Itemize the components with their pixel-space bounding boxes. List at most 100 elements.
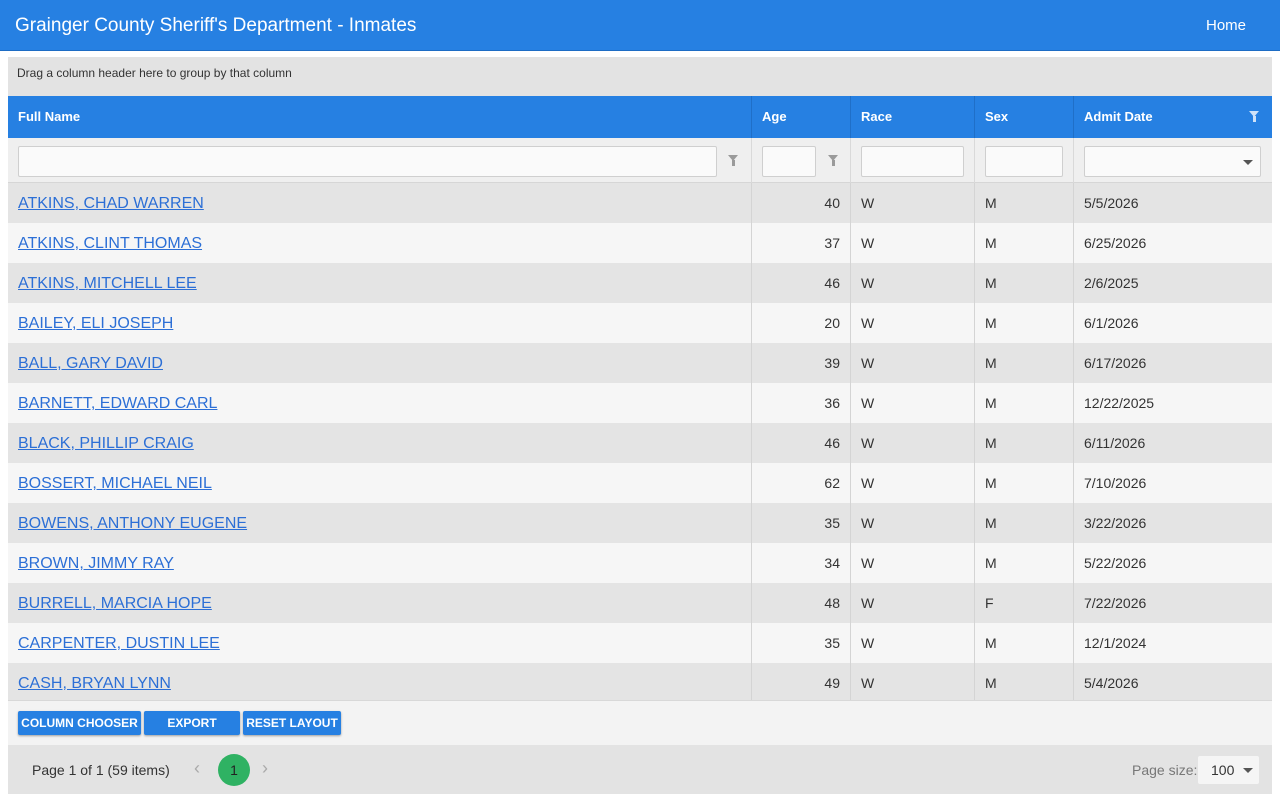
inmate-name-link[interactable]: BROWN, JIMMY RAY — [18, 555, 174, 572]
column-header-full-name[interactable]: Full Name — [8, 96, 752, 138]
table-row[interactable]: BURRELL, MARCIA HOPE 48 W F 7/22/2026 — [8, 583, 1272, 623]
admit-date-cell: 2/6/2025 — [1084, 275, 1139, 291]
funnel-icon[interactable] — [1249, 111, 1260, 122]
age-cell: 35 — [752, 623, 851, 663]
home-link[interactable]: Home — [1206, 17, 1246, 35]
sex-cell: M — [975, 383, 1074, 423]
full-name-cell: BOSSERT, MICHAEL NEIL — [8, 463, 752, 503]
funnel-icon[interactable] — [828, 155, 839, 166]
full-name-cell: ATKINS, CLINT THOMAS — [8, 223, 752, 263]
admit-date-cell: 7/10/2026 — [1084, 475, 1147, 491]
inmate-name-link[interactable]: BAILEY, ELI JOSEPH — [18, 315, 173, 332]
full-name-cell: BROWN, JIMMY RAY — [8, 543, 752, 583]
age-cell: 20 — [752, 303, 851, 343]
inmates-grid: Drag a column header here to group by th… — [8, 57, 1272, 794]
race-cell: W — [851, 503, 975, 543]
sex-cell: M — [975, 543, 1074, 583]
inmate-name-link[interactable]: BLACK, PHILLIP CRAIG — [18, 435, 194, 452]
inmate-name-link[interactable]: ATKINS, CHAD WARREN — [18, 195, 204, 212]
race-cell: W — [851, 623, 975, 663]
page-button-current[interactable]: 1 — [218, 754, 250, 786]
table-row[interactable]: BAILEY, ELI JOSEPH 20 W M 6/1/2026 — [8, 303, 1272, 343]
inmate-name-link[interactable]: ATKINS, MITCHELL LEE — [18, 275, 197, 292]
page-size-value: 100 — [1211, 762, 1235, 778]
inmate-name-link[interactable]: BARNETT, EDWARD CARL — [18, 395, 217, 412]
inmate-name-link[interactable]: BOWENS, ANTHONY EUGENE — [18, 515, 247, 532]
column-header-race[interactable]: Race — [851, 96, 975, 138]
group-panel-hint: Drag a column header here to group by th… — [17, 66, 292, 80]
age-cell: 46 — [752, 263, 851, 303]
group-panel[interactable]: Drag a column header here to group by th… — [8, 57, 1272, 96]
funnel-icon[interactable] — [728, 155, 739, 166]
column-header-sex[interactable]: Sex — [975, 96, 1074, 138]
column-header-admit-date[interactable]: Admit Date — [1074, 96, 1272, 138]
sex-cell: M — [975, 263, 1074, 303]
full-name-cell: BALL, GARY DAVID — [8, 343, 752, 383]
sex-cell: M — [975, 623, 1074, 663]
table-row[interactable]: BALL, GARY DAVID 39 W M 6/17/2026 — [8, 343, 1272, 383]
race-cell: W — [851, 343, 975, 383]
inmate-name-link[interactable]: ATKINS, CLINT THOMAS — [18, 235, 202, 252]
filter-cell-age — [752, 138, 851, 183]
page-size-select[interactable]: 100 — [1198, 756, 1259, 784]
age-cell: 35 — [752, 503, 851, 543]
age-cell: 39 — [752, 343, 851, 383]
table-row[interactable]: BOSSERT, MICHAEL NEIL 62 W M 7/10/2026 — [8, 463, 1272, 503]
sex-filter-input[interactable] — [985, 146, 1063, 177]
admit-date-cell: 7/22/2026 — [1084, 595, 1147, 611]
age-cell: 34 — [752, 543, 851, 583]
column-header-age[interactable]: Age — [752, 96, 851, 138]
table-row[interactable]: CASH, BRYAN LYNN 49 W M 5/4/2026 — [8, 663, 1272, 703]
column-header-label: Age — [762, 109, 787, 124]
table-row[interactable]: ATKINS, MITCHELL LEE 46 W M 2/6/2025 — [8, 263, 1272, 303]
table-row[interactable]: ATKINS, CHAD WARREN 40 W M 5/5/2026 — [8, 183, 1272, 223]
sex-cell: M — [975, 503, 1074, 543]
reset-layout-button[interactable]: RESET LAYOUT — [243, 711, 341, 735]
column-chooser-button[interactable]: COLUMN CHOOSER — [18, 711, 141, 735]
age-cell: 46 — [752, 423, 851, 463]
column-header-label: Admit Date — [1084, 109, 1153, 124]
race-cell: W — [851, 583, 975, 623]
sex-cell: M — [975, 303, 1074, 343]
age-cell: 48 — [752, 583, 851, 623]
full-name-cell: BARNETT, EDWARD CARL — [8, 383, 752, 423]
table-row[interactable]: BOWENS, ANTHONY EUGENE 35 W M 3/22/2026 — [8, 503, 1272, 543]
export-button[interactable]: EXPORT — [144, 711, 240, 735]
inmate-name-link[interactable]: CASH, BRYAN LYNN — [18, 675, 171, 692]
inmate-name-link[interactable]: BALL, GARY DAVID — [18, 355, 163, 372]
full-name-filter-input[interactable] — [18, 146, 717, 177]
inmate-name-link[interactable]: BURRELL, MARCIA HOPE — [18, 595, 212, 612]
admit-date-cell: 5/5/2026 — [1084, 195, 1139, 211]
chevron-left-icon[interactable]: ‹ — [194, 759, 200, 777]
grid-toolbar: COLUMN CHOOSER EXPORT RESET LAYOUT — [8, 700, 1272, 745]
page-size-label: Page size: — [1132, 762, 1198, 778]
table-row[interactable]: ATKINS, CLINT THOMAS 37 W M 6/25/2026 — [8, 223, 1272, 263]
sex-cell: M — [975, 223, 1074, 263]
table-row[interactable]: BROWN, JIMMY RAY 34 W M 5/22/2026 — [8, 543, 1272, 583]
sex-cell: M — [975, 183, 1074, 223]
chevron-right-icon[interactable]: › — [262, 759, 268, 777]
inmate-name-link[interactable]: BOSSERT, MICHAEL NEIL — [18, 475, 212, 492]
age-filter-input[interactable] — [762, 146, 816, 177]
grid-header-row: Full Name Age Race Sex Admit Date — [8, 96, 1272, 138]
age-cell: 62 — [752, 463, 851, 503]
table-row[interactable]: BLACK, PHILLIP CRAIG 46 W M 6/11/2026 — [8, 423, 1272, 463]
race-filter-input[interactable] — [861, 146, 964, 177]
sex-cell: F — [975, 583, 1074, 623]
table-row[interactable]: CARPENTER, DUSTIN LEE 35 W M 12/1/2024 — [8, 623, 1272, 663]
race-cell: W — [851, 223, 975, 263]
inmate-name-link[interactable]: CARPENTER, DUSTIN LEE — [18, 635, 220, 652]
admit-date-cell: 3/22/2026 — [1084, 515, 1147, 531]
sex-cell: M — [975, 343, 1074, 383]
full-name-cell: ATKINS, CHAD WARREN — [8, 183, 752, 223]
admit-date-cell: 12/22/2025 — [1084, 395, 1155, 411]
pager: Page 1 of 1 (59 items) ‹ 1 › Page size: … — [8, 745, 1272, 794]
column-header-label: Full Name — [18, 109, 81, 124]
admit-date-cell: 6/17/2026 — [1084, 355, 1147, 371]
race-cell: W — [851, 383, 975, 423]
admit-date-filter-select[interactable] — [1084, 146, 1261, 177]
race-cell: W — [851, 263, 975, 303]
admit-date-cell: 12/1/2024 — [1084, 635, 1147, 651]
table-row[interactable]: BARNETT, EDWARD CARL 36 W M 12/22/2025 — [8, 383, 1272, 423]
admit-date-cell: 6/25/2026 — [1084, 235, 1147, 251]
